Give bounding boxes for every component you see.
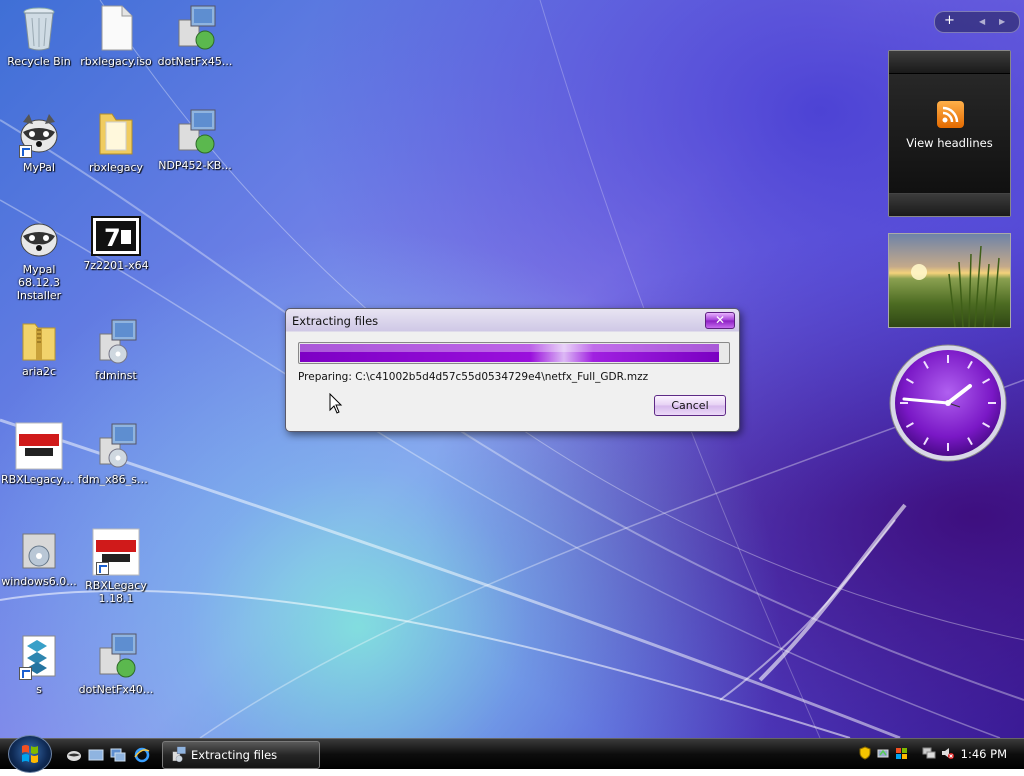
folder-icon — [99, 113, 133, 155]
desktop: Recycle Bin MyPal Mypal 68.12.3 Installe… — [0, 0, 1024, 738]
desktop-icon-windows6[interactable]: windows6.0... — [1, 528, 77, 588]
taskbar-button-extracting-files[interactable]: Extracting files — [162, 741, 320, 769]
quicklaunch-internet-explorer-icon[interactable] — [134, 747, 150, 763]
sidebar-add-button[interactable]: + — [944, 13, 955, 28]
slideshow-gadget[interactable] — [888, 233, 1011, 328]
desktop-icon-aria2c[interactable]: aria2c — [1, 318, 77, 378]
rbx-legacy-logo-icon — [15, 422, 63, 470]
mouse-cursor-icon — [329, 393, 343, 414]
7zip-icon: 7 — [91, 216, 141, 256]
sidebar-prev-button[interactable]: ◀ — [979, 17, 985, 26]
taskbar: Extracting files 1:46 PM — [0, 735, 1024, 773]
file-icon — [101, 5, 133, 51]
raccoon-icon — [20, 223, 58, 257]
close-icon: ✕ — [714, 313, 726, 327]
dialog-title: Extracting files — [292, 314, 379, 328]
setup-computer-icon — [99, 633, 137, 678]
desktop-icon-rbxlegacy-iso[interactable]: rbxlegacy.iso — [78, 4, 154, 68]
close-button[interactable]: ✕ — [705, 312, 735, 329]
installer-package-icon — [22, 533, 56, 569]
desktop-icon-rbxlegacys[interactable]: RBXLegacyS... — [1, 422, 77, 486]
setup-computer-icon — [178, 109, 216, 154]
recycle-bin-icon — [23, 7, 55, 51]
desktop-icon-rbxlegacy-118[interactable]: RBXLegacy 1.18.1 — [78, 528, 154, 605]
desktop-icon-recycle-bin[interactable]: Recycle Bin — [1, 4, 77, 68]
desktop-icon-fdminst[interactable]: fdminst — [78, 318, 154, 382]
extraction-progress-bar — [298, 342, 730, 364]
desktop-icon-mypal[interactable]: MyPal — [1, 110, 77, 174]
sidebar-controls: + ◀ ▶ — [934, 11, 1020, 33]
shortcut-arrow-icon — [19, 145, 32, 158]
system-tray: 1:46 PM — [852, 739, 1024, 769]
sidebar-next-button[interactable]: ▶ — [999, 17, 1005, 26]
desktop-icon-dotnetfx45[interactable]: dotNetFx45... — [157, 4, 233, 68]
setup-computer-icon — [178, 5, 216, 50]
quicklaunch-raccoon-icon[interactable] — [66, 747, 82, 761]
setup-computer-icon — [172, 746, 186, 763]
start-button[interactable] — [8, 735, 52, 773]
cancel-button[interactable]: Cancel — [654, 395, 726, 416]
feed-headlines-gadget[interactable]: View headlines — [888, 50, 1011, 217]
setup-computer-icon — [99, 319, 137, 364]
progress-fill — [300, 344, 719, 362]
security-shield-icon[interactable] — [858, 746, 872, 760]
desktop-icon-fdm-x86[interactable]: fdm_x86_se... — [78, 422, 154, 486]
shortcut-arrow-icon — [96, 562, 109, 575]
grass-sunset-photo — [911, 245, 1000, 327]
svg-text:7: 7 — [104, 224, 121, 252]
zip-folder-icon — [22, 323, 56, 361]
volume-muted-icon[interactable] — [940, 746, 954, 760]
desktop-icon-s[interactable]: s — [1, 632, 77, 696]
safely-remove-hardware-icon[interactable] — [876, 746, 890, 760]
setup-computer-icon — [99, 423, 137, 468]
quicklaunch-show-desktop-icon[interactable] — [88, 747, 104, 761]
clock-gadget[interactable] — [888, 343, 1008, 463]
windows-logo-icon — [22, 745, 38, 763]
analog-clock-icon — [889, 344, 1007, 462]
desktop-icon-dotnetfx40[interactable]: dotNetFx40... — [78, 632, 154, 696]
network-icon[interactable] — [922, 746, 936, 760]
desktop-icon-ndp452[interactable]: NDP452-KB... — [157, 108, 233, 172]
desktop-icon-rbxlegacy-folder[interactable]: rbxlegacy — [78, 108, 154, 174]
view-headlines-link[interactable]: View headlines — [889, 136, 1010, 150]
desktop-icon-7z2201[interactable]: 7 7z2201-x64 — [78, 216, 154, 272]
extracting-files-dialog: Extracting files ✕ Preparing: C:\c41002b… — [285, 308, 740, 432]
taskbar-clock[interactable]: 1:46 PM — [961, 747, 1007, 761]
windows-update-icon[interactable] — [894, 746, 908, 760]
shortcut-arrow-icon — [19, 667, 32, 680]
quicklaunch-switch-windows-icon[interactable] — [110, 747, 126, 762]
preparing-status-text: Preparing: C:\c41002b5d4d57c55d0534729e4… — [298, 371, 649, 383]
rss-icon — [937, 101, 964, 128]
taskbar-button-label: Extracting files — [191, 748, 278, 762]
desktop-icon-mypal-installer[interactable]: Mypal 68.12.3 Installer — [1, 216, 77, 302]
